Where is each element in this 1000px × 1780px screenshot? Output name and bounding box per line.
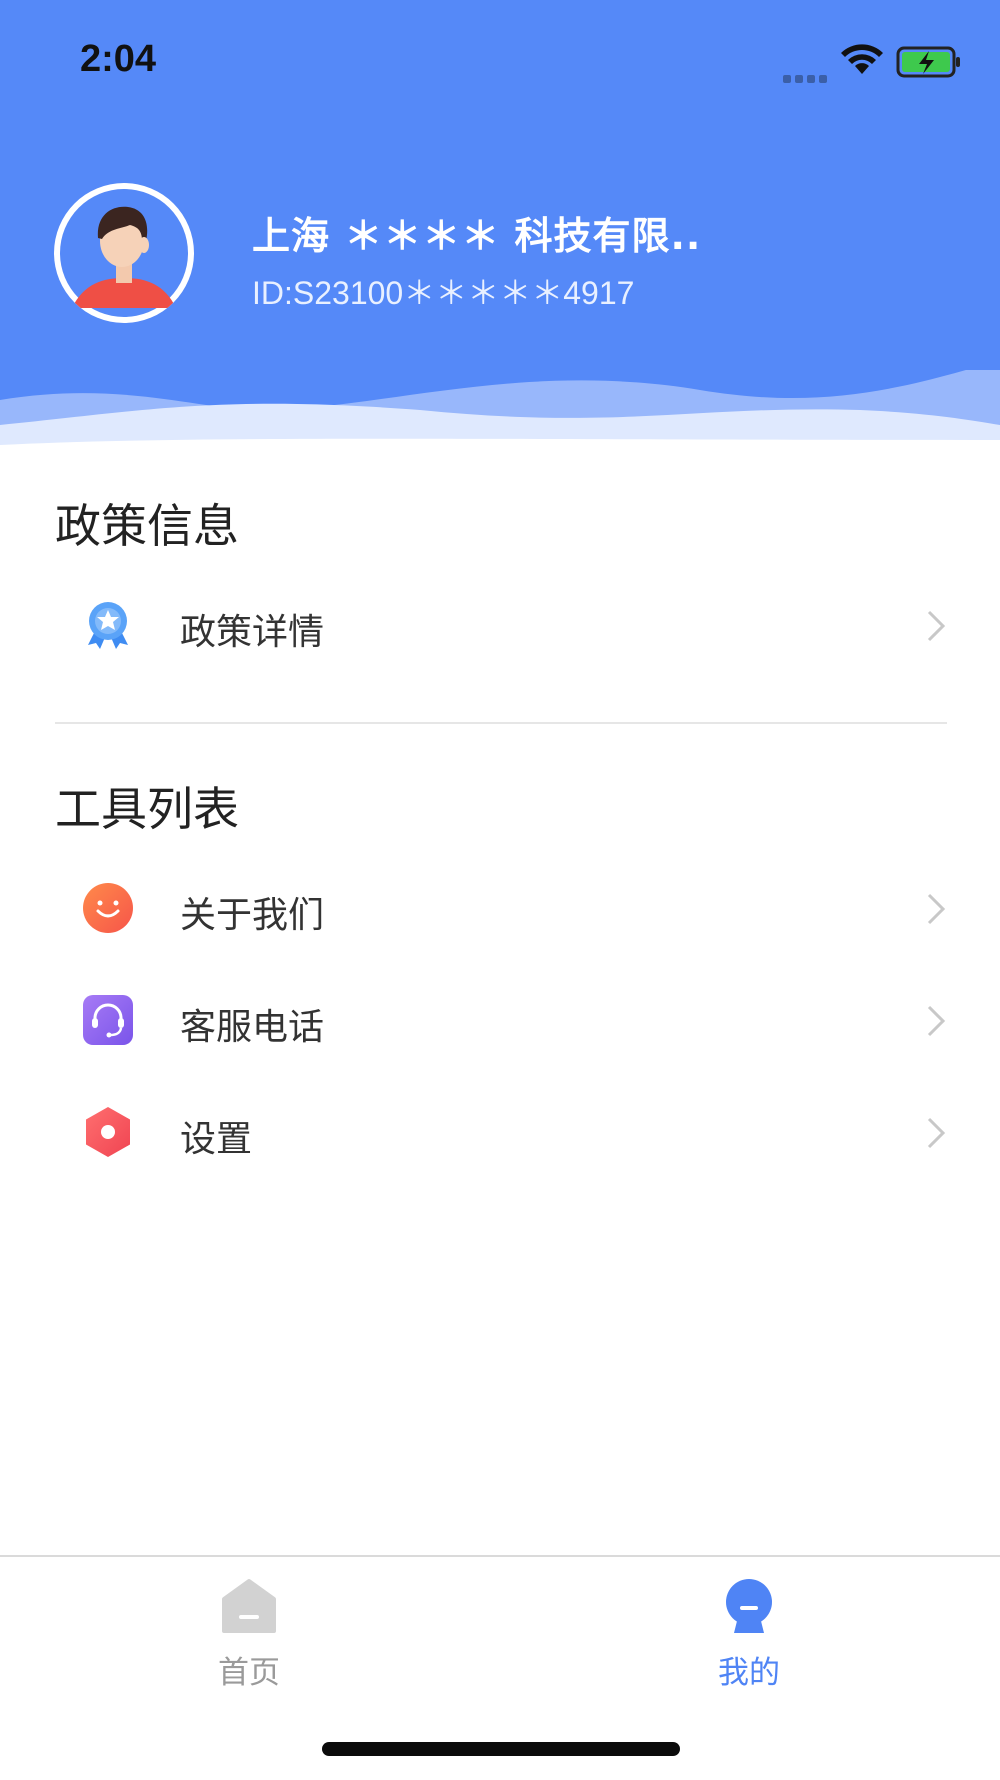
wifi-icon	[841, 44, 883, 74]
chevron-right-icon	[927, 1005, 946, 1037]
list-item-label: 设置	[180, 1119, 253, 1160]
smiley-icon	[83, 883, 133, 933]
list-item-customer-service[interactable]: 客服电话	[0, 970, 1000, 1070]
cellular-signal-icon	[783, 68, 831, 87]
list-item-about-us[interactable]: 关于我们	[0, 858, 1000, 958]
tab-home-label: 首页	[218, 1655, 280, 1691]
headset-icon	[83, 995, 133, 1045]
user-avatar-icon	[56, 185, 192, 321]
hexagon-gear-icon	[86, 1107, 130, 1157]
header-wave-decoration	[0, 370, 1000, 470]
profile-icon	[726, 1579, 772, 1633]
profile-header: 2:04 上海 ＊＊＊＊ 科技有限.. ID:S23100＊＊＊＊＊4917	[0, 0, 1000, 470]
home-indicator[interactable]	[322, 1742, 680, 1756]
company-name: 上海 ＊＊＊＊ 科技有限..	[252, 214, 702, 258]
tab-mine[interactable]: 我的	[649, 1577, 849, 1692]
battery-charging-icon	[896, 46, 960, 78]
avatar[interactable]	[54, 183, 194, 323]
chevron-right-icon	[927, 1117, 946, 1149]
section-title-tools: 工具列表	[55, 782, 239, 836]
section-title-policy: 政策信息	[55, 499, 239, 553]
list-item-label: 关于我们	[180, 895, 325, 936]
ribbon-badge-icon	[88, 602, 128, 649]
list-item-label: 政策详情	[180, 612, 325, 653]
list-item-policy-details[interactable]: 政策详情	[0, 575, 1000, 675]
user-id: ID:S23100＊＊＊＊＊4917	[252, 275, 635, 311]
list-item-settings[interactable]: 设置	[0, 1082, 1000, 1182]
section-divider	[55, 722, 947, 724]
tab-mine-label: 我的	[718, 1655, 780, 1691]
tab-home[interactable]: 首页	[149, 1577, 349, 1692]
status-bar: 2:04	[0, 0, 1000, 120]
chevron-right-icon	[927, 893, 946, 925]
list-item-label: 客服电话	[180, 1007, 325, 1048]
chevron-right-icon	[927, 610, 946, 642]
home-icon	[222, 1579, 276, 1633]
status-time: 2:04	[80, 38, 157, 80]
